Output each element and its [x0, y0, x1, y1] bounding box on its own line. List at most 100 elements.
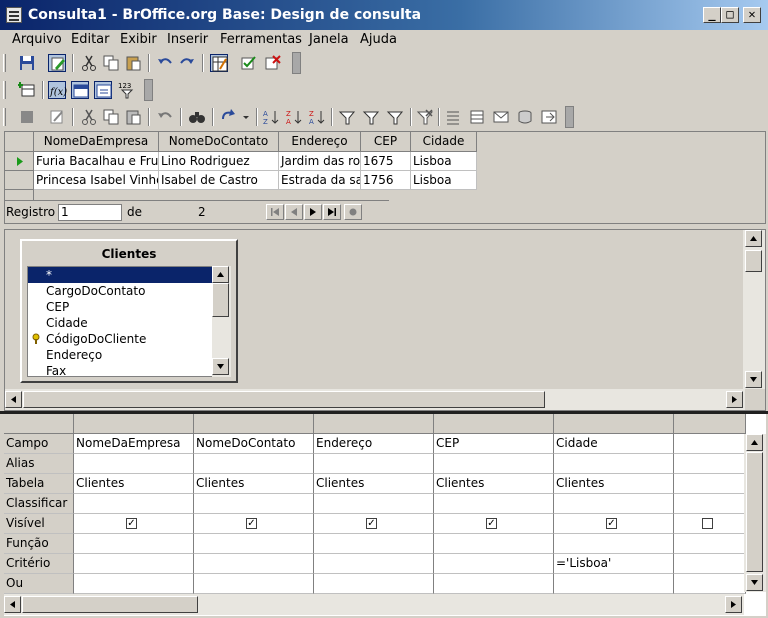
grid-cell[interactable]	[314, 534, 434, 554]
table-cell[interactable]: Jardim das ro	[279, 152, 361, 171]
field-list-scrollbar[interactable]	[212, 266, 231, 377]
visible-cell[interactable]: ✓	[554, 514, 674, 534]
paste-icon[interactable]	[124, 54, 142, 72]
table-cell[interactable]: Clientes	[434, 474, 554, 494]
visible-cell[interactable]: ✓	[434, 514, 554, 534]
grid-vertical-scrollbar[interactable]	[744, 434, 766, 592]
clear-query-icon[interactable]	[264, 54, 282, 72]
save-icon[interactable]	[18, 54, 36, 72]
grid-cell[interactable]	[194, 534, 314, 554]
data-source-icon[interactable]	[516, 108, 534, 126]
data-to-text-icon[interactable]	[444, 108, 462, 126]
edit-mode-icon[interactable]	[48, 54, 66, 72]
criteria-cell[interactable]	[314, 554, 434, 574]
menu-janela[interactable]: Janela	[309, 32, 349, 47]
column-header[interactable]: NomeDoContato	[159, 132, 279, 152]
data-to-fields-icon[interactable]	[468, 108, 486, 126]
column-header[interactable]: NomeDaEmpresa	[34, 132, 159, 152]
cut-data-icon[interactable]	[80, 108, 98, 126]
table-cell[interactable]	[674, 474, 746, 494]
table-cell[interactable]: Clientes	[194, 474, 314, 494]
maximize-button[interactable]: □	[721, 7, 739, 23]
grid-cell[interactable]	[554, 574, 674, 594]
scroll-down-button[interactable]	[745, 371, 762, 388]
toolbar-overflow[interactable]	[292, 52, 301, 74]
visible-checkbox[interactable]: ✓	[126, 518, 137, 529]
next-record-button[interactable]	[304, 204, 322, 220]
autofilter-icon[interactable]	[338, 108, 356, 126]
criteria-cell[interactable]: ='Lisboa'	[554, 554, 674, 574]
find-record-icon[interactable]	[188, 108, 206, 126]
toolbar-grip[interactable]	[3, 54, 6, 72]
toolbar2-overflow[interactable]	[144, 79, 153, 101]
grid-cell[interactable]	[194, 574, 314, 594]
column-selector[interactable]	[74, 414, 194, 434]
grid-cell[interactable]	[674, 534, 746, 554]
redo-icon[interactable]	[178, 54, 196, 72]
field-item[interactable]: *	[28, 267, 213, 283]
table-cell[interactable]: Clientes	[74, 474, 194, 494]
scroll-thumb[interactable]	[23, 391, 545, 408]
scroll-thumb[interactable]	[22, 596, 198, 613]
menu-inserir[interactable]: Inserir	[167, 32, 208, 47]
visible-cell[interactable]: ✓	[314, 514, 434, 534]
table-window-title[interactable]: Clientes	[22, 247, 236, 261]
design-view-icon[interactable]	[210, 54, 228, 72]
previous-record-button[interactable]	[285, 204, 303, 220]
add-table-icon[interactable]	[18, 81, 36, 99]
app-icon[interactable]	[6, 7, 22, 23]
column-header[interactable]: Cidade	[411, 132, 477, 152]
field-cell[interactable]: CEP	[434, 434, 554, 454]
grid-cell[interactable]	[674, 454, 746, 474]
design-horizontal-scrollbar[interactable]	[5, 389, 745, 410]
grid-cell[interactable]	[554, 534, 674, 554]
distinct-values-icon[interactable]: 123	[118, 81, 136, 99]
grid-cell[interactable]	[554, 454, 674, 474]
grid-cell[interactable]	[74, 534, 194, 554]
scroll-right-button[interactable]	[725, 596, 742, 613]
scroll-left-button[interactable]	[5, 391, 22, 408]
column-header[interactable]: Endereço	[279, 132, 361, 152]
table-cell[interactable]: Clientes	[314, 474, 434, 494]
undo-data-icon[interactable]	[156, 108, 174, 126]
table-cell[interactable]: Clientes	[554, 474, 674, 494]
table-cell[interactable]: Estrada da sa	[279, 171, 361, 190]
field-item[interactable]: CódigoDoCliente	[28, 331, 213, 347]
explorer-icon[interactable]	[540, 108, 558, 126]
visible-cell[interactable]: ✓	[194, 514, 314, 534]
table-cell[interactable]: 1756	[361, 171, 411, 190]
remove-filter-icon[interactable]	[416, 108, 434, 126]
column-selector[interactable]	[554, 414, 674, 434]
record-number-field[interactable]: 1	[58, 204, 122, 221]
grid-cell[interactable]	[674, 574, 746, 594]
grid-cell[interactable]	[74, 494, 194, 514]
scroll-thumb[interactable]	[745, 250, 762, 272]
criteria-cell[interactable]	[674, 554, 746, 574]
toolbar3-overflow[interactable]	[565, 106, 574, 128]
standard-filter-icon[interactable]	[362, 108, 380, 126]
grid-cell[interactable]	[314, 494, 434, 514]
column-selector[interactable]	[674, 414, 746, 434]
visible-checkbox[interactable]: ✓	[486, 518, 497, 529]
table-cell[interactable]: Furia Bacalhau e Frut	[34, 152, 159, 171]
table-cell[interactable]: Isabel de Castro	[159, 171, 279, 190]
sort-icon[interactable]: ZA	[308, 108, 326, 126]
criteria-cell[interactable]	[74, 554, 194, 574]
visible-checkbox[interactable]: ✓	[246, 518, 257, 529]
field-item[interactable]: CargoDoContato	[28, 283, 213, 299]
field-cell[interactable]: NomeDoContato	[194, 434, 314, 454]
scroll-up-button[interactable]	[745, 230, 762, 247]
grid-cell[interactable]	[434, 574, 554, 594]
field-item[interactable]: Endereço	[28, 347, 213, 363]
undo-icon[interactable]	[156, 54, 174, 72]
sort-descending-icon[interactable]: ZA	[285, 108, 303, 126]
menu-ferramentas[interactable]: Ferramentas	[220, 32, 302, 47]
table-cell[interactable]: Lisboa	[411, 152, 477, 171]
column-header[interactable]: CEP	[361, 132, 411, 152]
visible-checkbox[interactable]: ✓	[366, 518, 377, 529]
field-cell[interactable]: NomeDaEmpresa	[74, 434, 194, 454]
apply-filter-icon[interactable]	[386, 108, 404, 126]
scroll-right-button[interactable]	[726, 391, 743, 408]
grid-cell[interactable]	[674, 494, 746, 514]
sort-ascending-icon[interactable]: AZ	[262, 108, 280, 126]
